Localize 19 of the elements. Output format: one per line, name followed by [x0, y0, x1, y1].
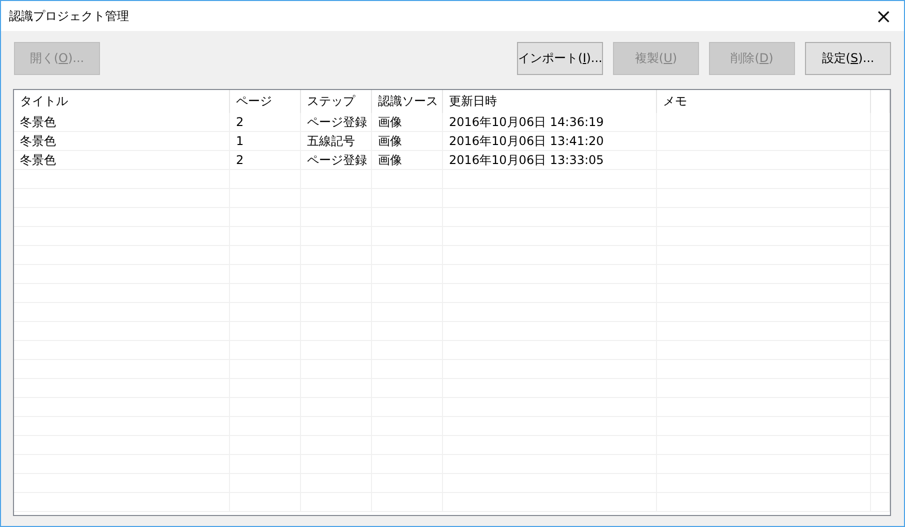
table-cell: 画像	[372, 132, 443, 151]
table-cell: 五線記号	[301, 132, 372, 151]
table-cell: 冬景色	[14, 132, 230, 151]
table-cell: 画像	[372, 151, 443, 170]
toolbar-button[interactable]: インポート(I)...	[517, 42, 603, 75]
toolbar-button[interactable]: 設定(S)...	[805, 42, 891, 75]
table-cell: 2016年10月06日 13:41:20	[443, 132, 657, 151]
table-cell: 2	[230, 113, 301, 132]
table-cell: 2	[230, 151, 301, 170]
table-cell: 冬景色	[14, 151, 230, 170]
close-button[interactable]: ×	[871, 4, 896, 28]
table-cell: ページ登録	[301, 151, 372, 170]
table-cell: 画像	[372, 113, 443, 132]
table-cell: 2016年10月06日 13:33:05	[443, 151, 657, 170]
window-title: 認識プロジェクト管理	[9, 8, 129, 24]
table-cell: ページ登録	[301, 113, 372, 132]
table-cell: 1	[230, 132, 301, 151]
table-cell: 冬景色	[14, 113, 230, 132]
table-cell: 2016年10月06日 14:36:19	[443, 113, 657, 132]
